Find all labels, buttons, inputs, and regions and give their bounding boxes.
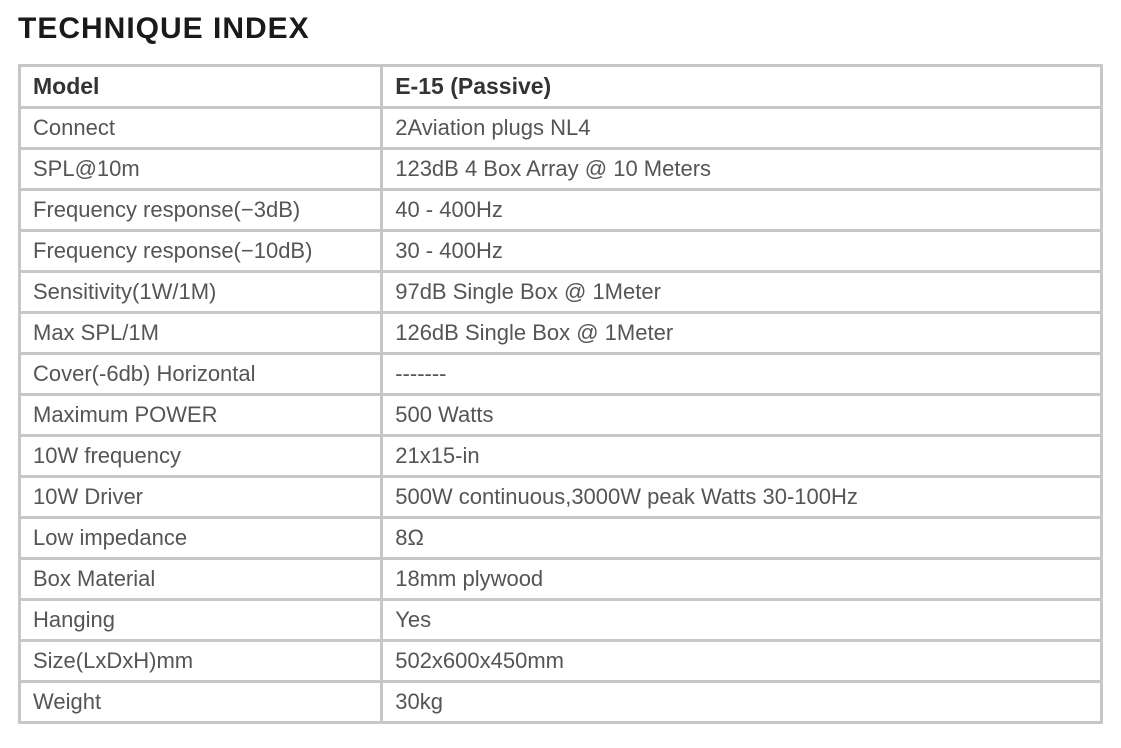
table-row: Frequency response(−10dB)30 - 400Hz bbox=[21, 232, 1100, 270]
row-label: 10W Driver bbox=[21, 478, 380, 516]
row-label: Frequency response(−3dB) bbox=[21, 191, 380, 229]
row-value: ------- bbox=[383, 355, 1100, 393]
table-row: Max SPL/1M126dB Single Box @ 1Meter bbox=[21, 314, 1100, 352]
table-row: 10W frequency21x15-in bbox=[21, 437, 1100, 475]
spec-header-label: Model bbox=[21, 67, 380, 106]
row-value: 21x15-in bbox=[383, 437, 1100, 475]
row-value: 123dB 4 Box Array @ 10 Meters bbox=[383, 150, 1100, 188]
page-title: TECHNIQUE INDEX bbox=[18, 12, 1103, 46]
table-row: Box Material18mm plywood bbox=[21, 560, 1100, 598]
row-label: Frequency response(−10dB) bbox=[21, 232, 380, 270]
table-row: 10W Driver500W continuous,3000W peak Wat… bbox=[21, 478, 1100, 516]
table-row: Weight30kg bbox=[21, 683, 1100, 721]
row-label: Weight bbox=[21, 683, 380, 721]
row-label: SPL@10m bbox=[21, 150, 380, 188]
row-value: 126dB Single Box @ 1Meter bbox=[383, 314, 1100, 352]
table-row: Low impedance8Ω bbox=[21, 519, 1100, 557]
table-row: Maximum POWER500 Watts bbox=[21, 396, 1100, 434]
row-label: Size(LxDxH)mm bbox=[21, 642, 380, 680]
spec-header-value: E-15 (Passive) bbox=[383, 67, 1100, 106]
row-value: 30kg bbox=[383, 683, 1100, 721]
row-label: Low impedance bbox=[21, 519, 380, 557]
spec-header-row: Model E-15 (Passive) bbox=[21, 67, 1100, 106]
row-value: 8Ω bbox=[383, 519, 1100, 557]
table-row: Sensitivity(1W/1M)97dB Single Box @ 1Met… bbox=[21, 273, 1100, 311]
table-row: Size(LxDxH)mm502x600x450mm bbox=[21, 642, 1100, 680]
table-row: SPL@10m123dB 4 Box Array @ 10 Meters bbox=[21, 150, 1100, 188]
row-value: 2Aviation plugs NL4 bbox=[383, 109, 1100, 147]
row-value: 500W continuous,3000W peak Watts 30-100H… bbox=[383, 478, 1100, 516]
row-label: Hanging bbox=[21, 601, 380, 639]
table-row: HangingYes bbox=[21, 601, 1100, 639]
row-value: 500 Watts bbox=[383, 396, 1100, 434]
table-row: Frequency response(−3dB)40 - 400Hz bbox=[21, 191, 1100, 229]
row-label: Cover(-6db) Horizontal bbox=[21, 355, 380, 393]
table-row: Cover(-6db) Horizontal------- bbox=[21, 355, 1100, 393]
row-label: Max SPL/1M bbox=[21, 314, 380, 352]
row-label: Sensitivity(1W/1M) bbox=[21, 273, 380, 311]
spec-table: Model E-15 (Passive) Connect2Aviation pl… bbox=[18, 64, 1103, 724]
row-label: Connect bbox=[21, 109, 380, 147]
table-row: Connect2Aviation plugs NL4 bbox=[21, 109, 1100, 147]
spec-table-body: Model E-15 (Passive) Connect2Aviation pl… bbox=[21, 67, 1100, 721]
row-value: 502x600x450mm bbox=[383, 642, 1100, 680]
row-label: Maximum POWER bbox=[21, 396, 380, 434]
row-value: Yes bbox=[383, 601, 1100, 639]
row-label: 10W frequency bbox=[21, 437, 380, 475]
row-label: Box Material bbox=[21, 560, 380, 598]
row-value: 40 - 400Hz bbox=[383, 191, 1100, 229]
row-value: 97dB Single Box @ 1Meter bbox=[383, 273, 1100, 311]
row-value: 18mm plywood bbox=[383, 560, 1100, 598]
row-value: 30 - 400Hz bbox=[383, 232, 1100, 270]
